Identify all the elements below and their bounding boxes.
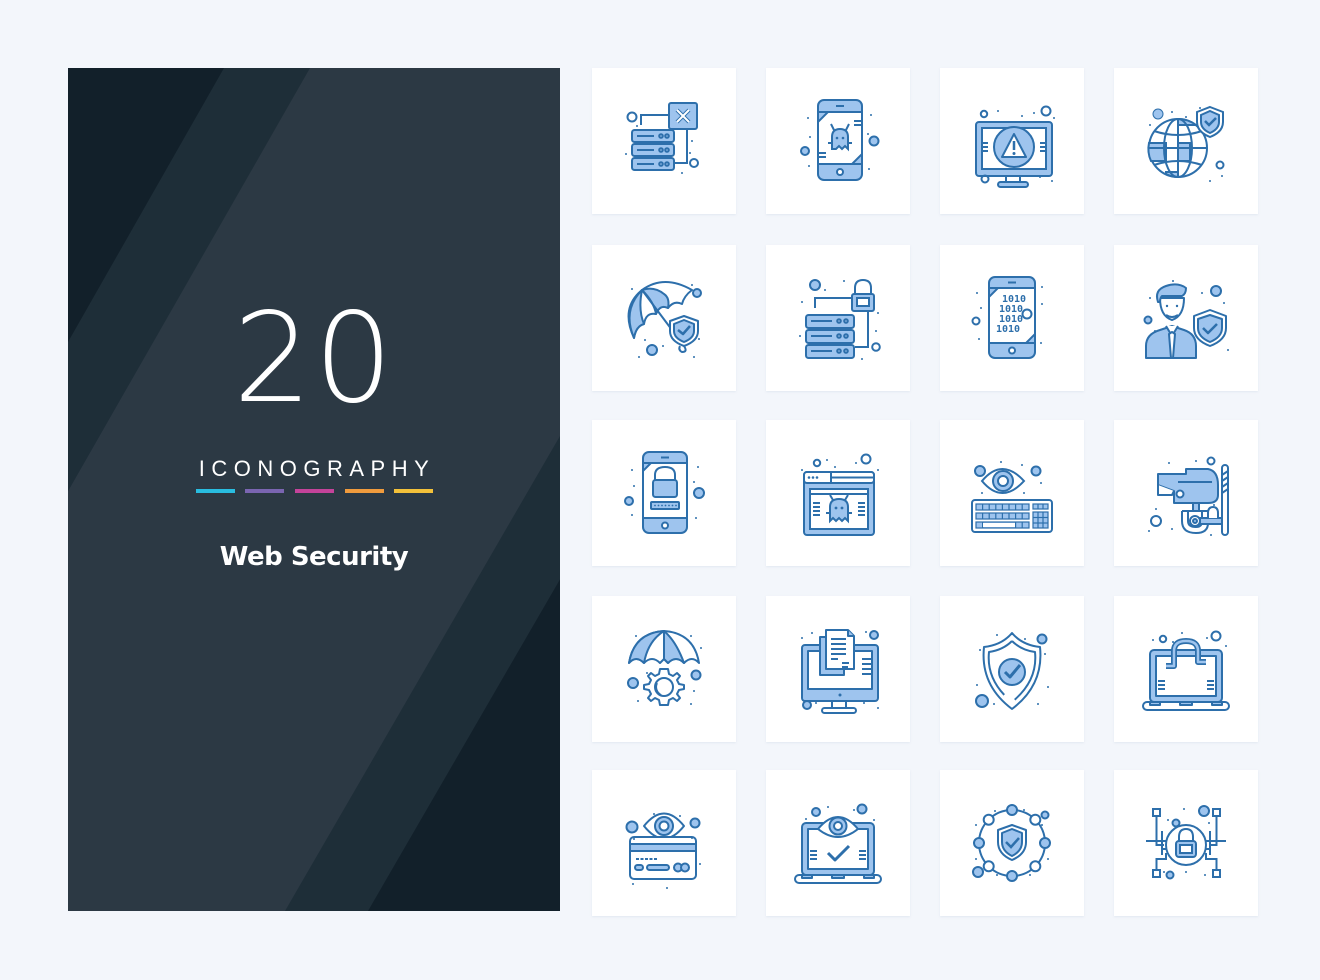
icon-tile[interactable] — [1114, 596, 1258, 742]
accent-bar — [295, 489, 334, 493]
icon-tile[interactable] — [940, 770, 1084, 916]
accent-bar — [245, 489, 284, 493]
laptop-lock-icon — [1142, 630, 1230, 711]
circuit-lock-icon — [1146, 805, 1226, 880]
browser-bug-icon — [801, 453, 879, 536]
icon-tile[interactable]: 1010 1010 1010 1010 — [940, 245, 1084, 391]
card-eye-icon — [625, 812, 701, 889]
icon-tile[interactable] — [940, 596, 1084, 742]
pack-title: Web Security — [219, 542, 409, 572]
cctv-camera-icon — [1148, 456, 1229, 536]
network-shield-icon — [972, 804, 1051, 882]
icon-tile[interactable] — [1114, 68, 1258, 214]
mobile-binary-icon: 1010 1010 1010 1010 — [971, 276, 1043, 359]
icon-tile[interactable] — [592, 245, 736, 391]
shield-check-icon — [975, 632, 1049, 710]
icon-tile[interactable] — [592, 420, 736, 566]
accent-bar — [196, 489, 235, 493]
icon-tile[interactable] — [1114, 245, 1258, 391]
icon-tile[interactable] — [766, 596, 910, 742]
icon-tile[interactable] — [1114, 420, 1258, 566]
laptop-eye-check-icon — [794, 803, 882, 884]
icon-tile[interactable] — [766, 245, 910, 391]
icon-tile[interactable] — [766, 770, 910, 916]
icon-tile[interactable] — [766, 420, 910, 566]
server-error-icon — [625, 102, 699, 174]
series-label: ICONOGRAPHY — [198, 456, 436, 481]
global-shield-icon — [1147, 105, 1225, 182]
icon-count: 20 — [233, 287, 395, 431]
monitor-warning-icon — [975, 105, 1055, 188]
mobile-lock-icon — [624, 451, 705, 534]
accent-bar — [394, 489, 433, 493]
svg-text:1010: 1010 — [996, 324, 1020, 335]
umbrella-gear-icon — [627, 630, 702, 706]
icon-tile[interactable] — [592, 68, 736, 214]
accent-bar — [345, 489, 384, 493]
icon-tile[interactable] — [940, 420, 1084, 566]
server-lock-icon — [799, 278, 881, 360]
icon-tile[interactable] — [940, 68, 1084, 214]
icon-tile[interactable] — [592, 596, 736, 742]
user-shield-icon — [1143, 280, 1229, 359]
cover-panel: 20 ICONOGRAPHY Web Security — [68, 68, 560, 911]
umbrella-shield-icon — [627, 281, 702, 358]
icon-tile[interactable] — [592, 770, 736, 916]
keyboard-eye-icon — [971, 461, 1053, 533]
monitor-documents-icon — [801, 629, 879, 714]
mobile-bug-icon — [800, 99, 880, 181]
icon-tile[interactable] — [766, 68, 910, 214]
icon-tile[interactable] — [1114, 770, 1258, 916]
